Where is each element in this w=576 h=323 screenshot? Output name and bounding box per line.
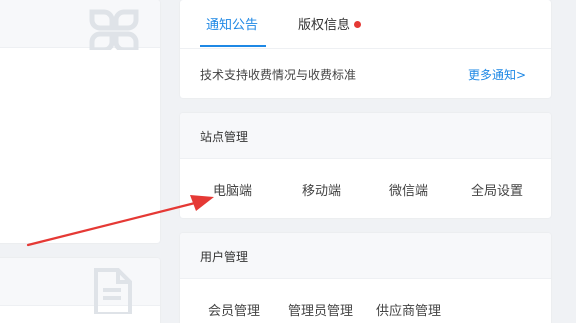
site-management-header: 站点管理 <box>180 113 551 159</box>
tab-copyright[interactable]: 版权信息 <box>298 18 350 34</box>
grid-icon <box>84 8 144 50</box>
member-management-link[interactable]: 会员管理 <box>208 300 260 319</box>
site-management-panel: 站点管理 电脑端 移动端 微信端 全局设置 <box>180 113 551 218</box>
site-global-settings-link[interactable]: 全局设置 <box>471 180 523 199</box>
left-panel-top <box>0 0 160 243</box>
notice-item-link[interactable]: 技术支持收费情况与收费标准 <box>200 66 356 83</box>
supplier-management-link[interactable]: 供应商管理 <box>376 300 441 319</box>
notice-panel: 通知公告 版权信息 技术支持收费情况与收费标准 更多通知> <box>180 0 551 98</box>
active-tab-indicator <box>200 45 266 47</box>
site-management-title: 站点管理 <box>200 130 249 144</box>
user-management-header: 用户管理 <box>180 233 551 279</box>
site-pc-link[interactable]: 电脑端 <box>213 180 252 199</box>
site-wechat-link[interactable]: 微信端 <box>389 180 428 199</box>
site-mobile-link[interactable]: 移动端 <box>302 180 341 199</box>
tab-notice[interactable]: 通知公告 <box>206 18 258 34</box>
document-icon <box>90 266 136 314</box>
more-notices-link[interactable]: 更多通知> <box>468 66 526 83</box>
user-management-title: 用户管理 <box>200 250 249 264</box>
admin-management-link[interactable]: 管理员管理 <box>288 300 353 319</box>
left-panel-bottom-header <box>0 258 160 306</box>
left-panel-bottom <box>0 258 160 323</box>
user-management-panel: 用户管理 会员管理 管理员管理 供应商管理 <box>180 233 551 323</box>
notice-tabs: 通知公告 版权信息 <box>180 0 551 49</box>
notification-dot <box>354 21 361 28</box>
